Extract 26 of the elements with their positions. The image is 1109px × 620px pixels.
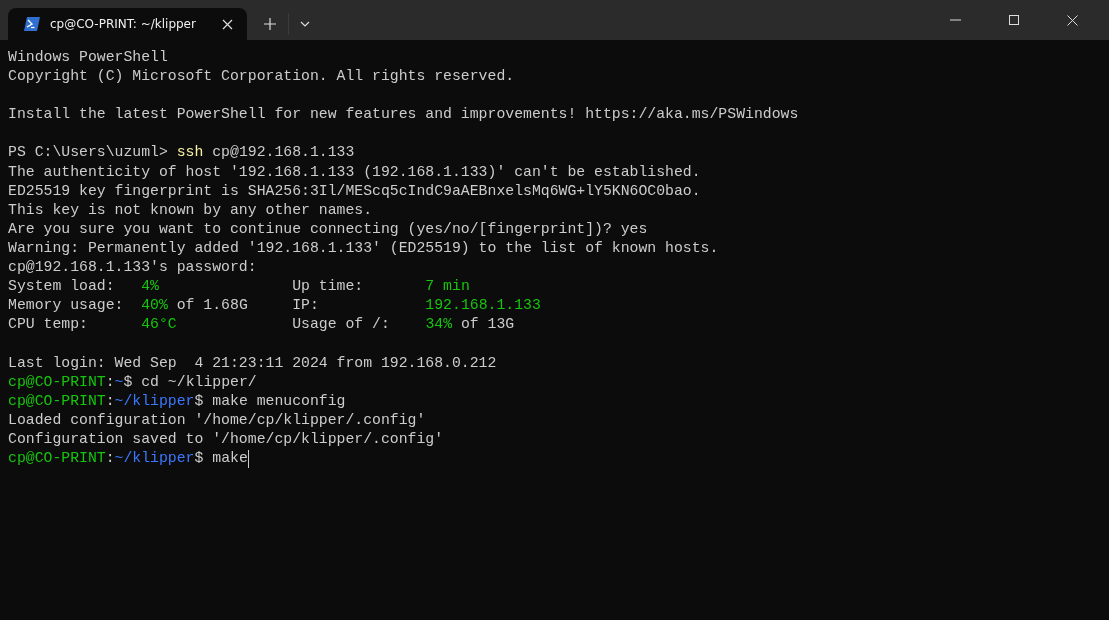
new-tab-icon[interactable] [264, 18, 276, 30]
maximize-icon[interactable] [1009, 15, 1019, 25]
terminal-line: Loaded configuration '/home/cp/klipper/.config' [8, 410, 426, 430]
terminal-line: System load: 4% Up time: 7 min [8, 277, 470, 297]
terminal-line: Memory usage: 40% of 1.68G IP: 192.168.1.133 [8, 296, 541, 316]
terminal-line: ED25519 key fingerprint is SHA256:3Il/MEScq5cIndC9aAEBnxelsMq6WG+lY5KN6OC0bao. [8, 181, 701, 201]
terminal-line: Copyright (C) Microsoft Corporation. All rights reserved. [8, 67, 515, 87]
close-icon[interactable] [1067, 14, 1078, 26]
terminal-line: cp@CO-PRINT:~/klipper$ make [8, 448, 248, 468]
terminal-line: Windows PowerShell [8, 48, 168, 67]
terminal-line: cp@192.168.1.133's password: [8, 258, 257, 278]
chevron-down-icon[interactable] [300, 21, 310, 27]
terminal-line: This key is not known by any other names. [8, 200, 373, 220]
terminal-line: PS C:\Users\uzuml> ssh cp@192.168.1.133 [8, 143, 355, 163]
terminal-line: Last login: Wed Sep 4 21:23:11 2024 from 192.168.0.212 [8, 353, 497, 373]
terminal-line: Are you sure you want to continue connecting (yes/no/[fingerprint])? yes [8, 219, 648, 239]
terminal-line: cp@CO-PRINT:~/klipper$ make menuconfig [8, 391, 346, 411]
terminal-line: cp@CO-PRINT:~$ cd ~/klipper/ [8, 372, 257, 392]
powershell-icon [24, 17, 40, 31]
terminal-tab[interactable]: cp@CO-PRINT: ~/klipper [8, 8, 247, 40]
terminal-line: Configuration saved to '/home/cp/klipper/.config' [8, 429, 444, 449]
terminal-line: The authenticity of host '192.168.1.133 (192.168.1.133)' can't be established. [8, 162, 701, 182]
close-tab-icon[interactable] [222, 18, 233, 30]
terminal-line: CPU temp: 46°C Usage of /: 34% of 13G [8, 315, 515, 335]
terminal-line: Install the latest PowerShell for new features and improvements! https://aka.ms/PSWindows [8, 105, 799, 125]
terminal-line: Warning: Permanently added '192.168.1.133' (ED25519) to the list of known hosts. [8, 238, 719, 258]
